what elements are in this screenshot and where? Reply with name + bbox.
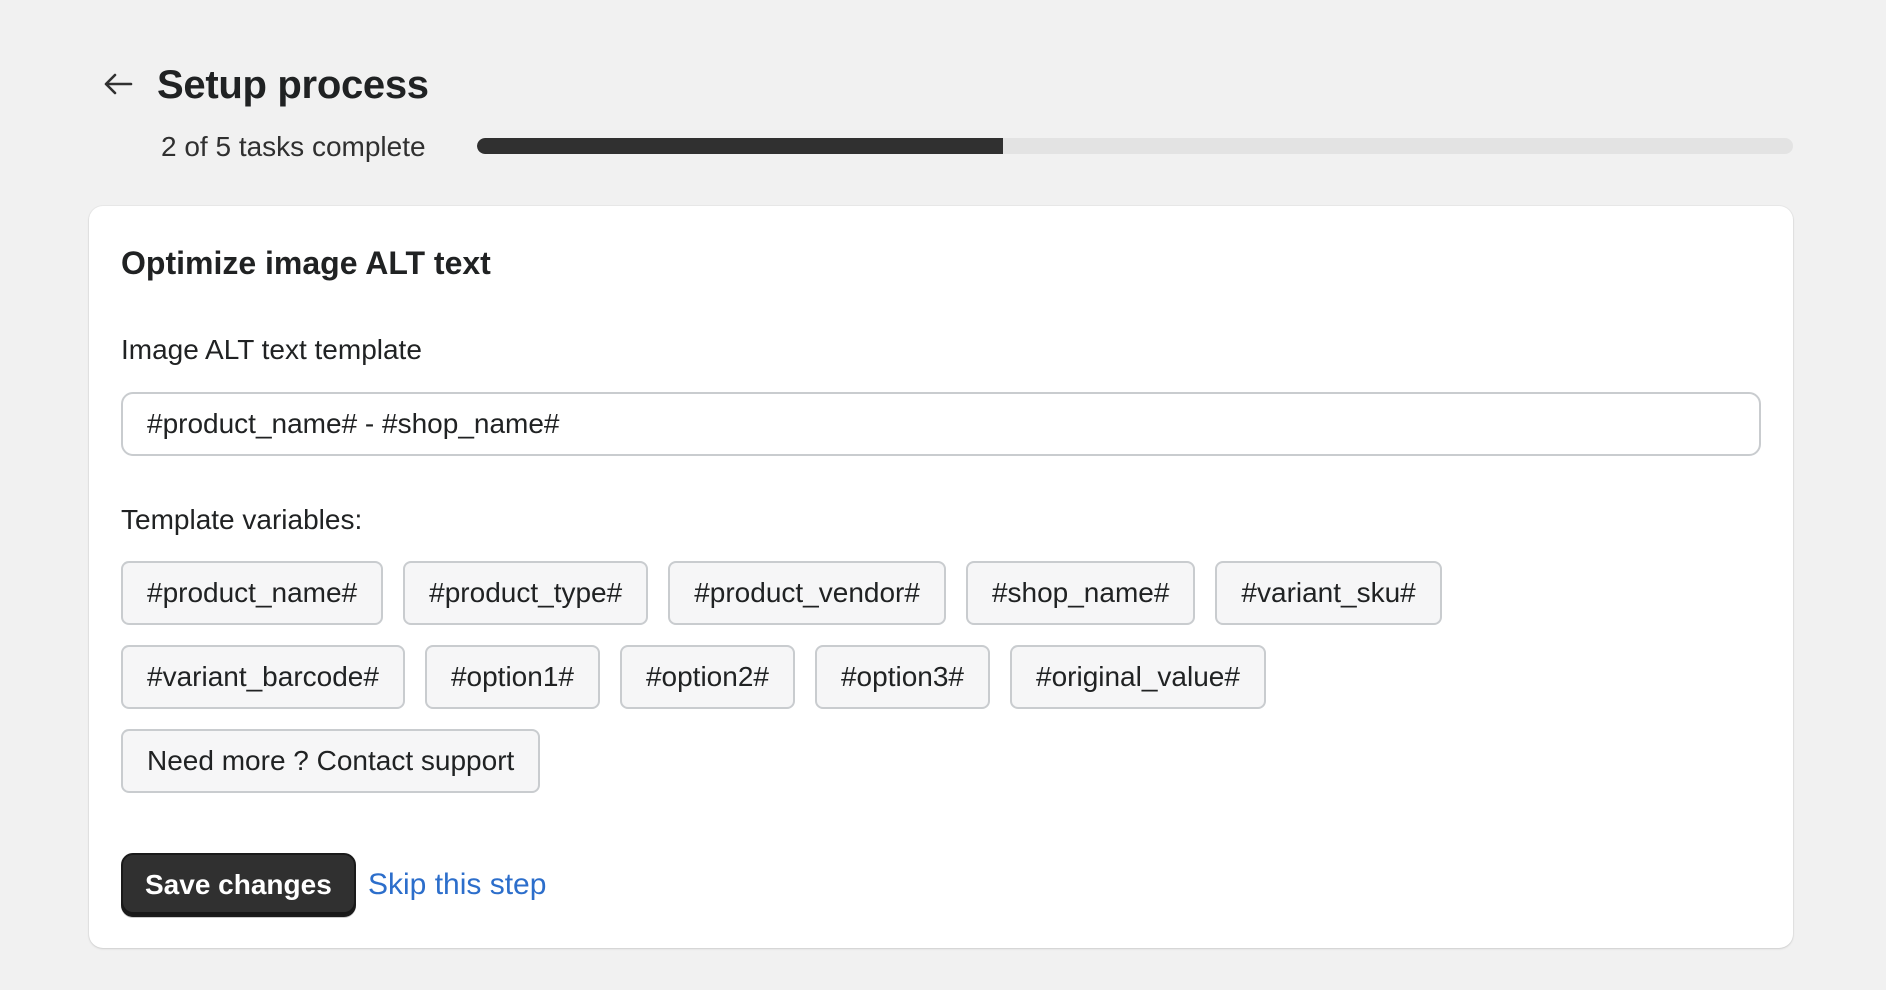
variable-chip-product-name[interactable]: #product_name#	[121, 561, 384, 625]
template-variables-label: Template variables:	[121, 504, 363, 535]
save-changes-button[interactable]: Save changes	[121, 853, 356, 917]
arrow-left-icon	[104, 73, 133, 95]
alt-template-label: Image ALT text template	[121, 334, 422, 365]
variable-chip-product-type[interactable]: #product_type#	[403, 561, 649, 625]
variable-chip-option2[interactable]: #option2#	[619, 645, 795, 709]
alt-template-input[interactable]	[121, 392, 1761, 456]
variable-chip-shop-name[interactable]: #shop_name#	[965, 561, 1196, 625]
variable-chip-variant-sku[interactable]: #variant_sku#	[1215, 561, 1442, 625]
variable-chip-option1[interactable]: #option1#	[424, 645, 600, 709]
variable-chip-original-value[interactable]: #original_value#	[1010, 645, 1266, 709]
progress-text: 2 of 5 tasks complete	[161, 131, 426, 162]
back-button[interactable]	[98, 64, 138, 104]
optimize-alt-text-card: Optimize image ALT text Image ALT text t…	[89, 206, 1793, 948]
progress-bar-fill	[477, 138, 1004, 154]
variable-chip-product-vendor[interactable]: #product_vendor#	[668, 561, 946, 625]
contact-support-button[interactable]: Need more ? Contact support	[121, 729, 541, 793]
page-header: Setup process 2 of 5 tasks complete	[0, 0, 1886, 200]
template-variables-row: #variant_barcode# #option1# #option2# #o…	[121, 645, 1266, 709]
progress-bar	[477, 138, 1793, 154]
support-row: Need more ? Contact support	[121, 729, 541, 793]
page-title: Setup process	[157, 63, 429, 107]
template-variables-row: #product_name# #product_type# #product_v…	[121, 561, 1442, 625]
variable-chip-variant-barcode[interactable]: #variant_barcode#	[121, 645, 405, 709]
skip-step-link[interactable]: Skip this step	[368, 865, 546, 905]
card-title: Optimize image ALT text	[121, 245, 491, 281]
variable-chip-option3[interactable]: #option3#	[814, 645, 990, 709]
